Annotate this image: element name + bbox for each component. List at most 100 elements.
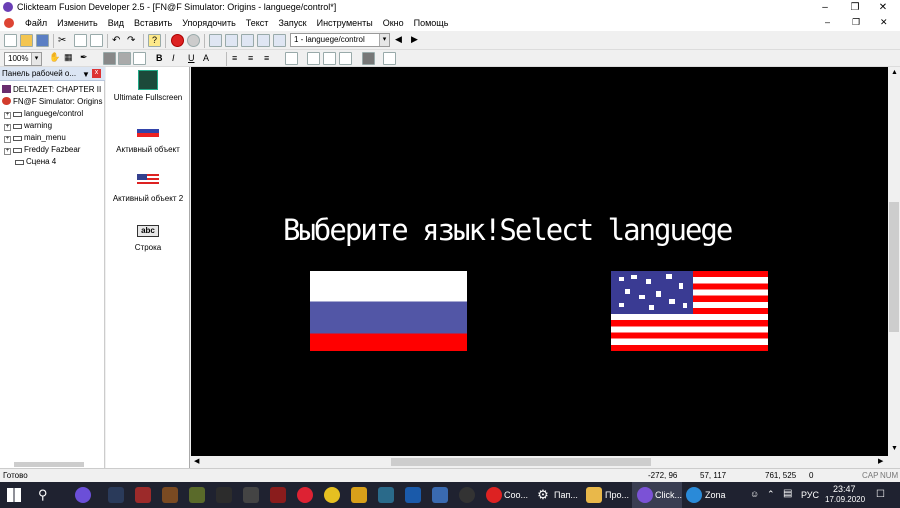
redo-icon[interactable]: ↷ <box>127 34 140 47</box>
expand-icon[interactable]: + <box>4 124 11 131</box>
game-app-icon[interactable] <box>432 487 448 503</box>
data-elements-icon[interactable] <box>273 34 286 47</box>
russian-flag[interactable] <box>310 271 467 351</box>
frame-bg-icon[interactable] <box>103 52 116 65</box>
underline-icon[interactable]: U <box>188 52 201 65</box>
scroll-right-icon[interactable]: ▶ <box>878 457 883 465</box>
move-front-icon[interactable] <box>307 52 320 65</box>
scroll-up-icon[interactable]: ▲ <box>891 69 898 76</box>
scroll-left-icon[interactable]: ◀ <box>194 457 199 465</box>
object-ultimate-fullscreen[interactable]: Ultimate Fullscreen <box>106 70 190 103</box>
grid-snap-icon[interactable]: ▦ <box>64 52 77 65</box>
game-app-icon[interactable] <box>135 487 151 503</box>
event-editor-icon[interactable] <box>241 34 254 47</box>
opera-icon[interactable] <box>297 487 313 503</box>
alice-icon[interactable] <box>75 487 91 503</box>
minimize-button[interactable]: – <box>810 0 840 15</box>
frame-canvas[interactable]: Выберите язык!Select languege <box>191 67 888 456</box>
horizontal-scroll-thumb[interactable] <box>391 458 651 466</box>
game-app-icon[interactable] <box>243 487 259 503</box>
clock-date[interactable]: 17.09.2020 <box>825 495 865 504</box>
game-app-icon[interactable] <box>270 487 286 503</box>
italic-icon[interactable]: I <box>172 52 185 65</box>
expand-icon[interactable]: + <box>4 112 11 119</box>
mdi-restore-button[interactable]: ❐ <box>852 17 860 28</box>
expand-icon[interactable]: + <box>4 136 11 143</box>
event-list-icon[interactable] <box>257 34 270 47</box>
cut-icon[interactable]: ✂ <box>58 34 71 47</box>
mdi-minimize-button[interactable]: – <box>825 17 830 27</box>
crop-icon[interactable] <box>285 52 298 65</box>
align-right-icon[interactable]: ≡ <box>264 52 277 65</box>
tree-item-deltazet[interactable]: DELTAZET: CHAPTER II <box>2 84 101 96</box>
frame-select[interactable]: 1 - languege/control ▾ <box>290 33 390 47</box>
record-icon[interactable] <box>187 34 200 47</box>
menu-edit[interactable]: Изменить <box>52 17 103 29</box>
save-icon[interactable] <box>36 34 49 47</box>
frame-editor-icon[interactable] <box>225 34 238 47</box>
taskbar-app-label[interactable]: Click... <box>655 490 682 500</box>
vertical-scrollbar[interactable]: ▲ ▼ <box>888 67 900 456</box>
network-icon[interactable]: ▤ <box>783 488 792 499</box>
game-app-icon[interactable] <box>189 487 205 503</box>
hand-icon[interactable]: ✋ <box>49 52 62 65</box>
close-panel-icon[interactable]: x <box>92 69 101 78</box>
zona-icon[interactable] <box>686 487 702 503</box>
vertical-scroll-thumb[interactable] <box>889 202 899 332</box>
fill-icon[interactable] <box>362 52 375 65</box>
game-app-icon[interactable] <box>351 487 367 503</box>
taskbar-app-label[interactable]: Zona <box>705 490 726 500</box>
scroll-down-icon[interactable]: ▼ <box>891 445 898 452</box>
undo-icon[interactable]: ↶ <box>112 34 125 47</box>
taskbar-app-label[interactable]: Coo... <box>504 490 528 500</box>
help-icon[interactable]: ? <box>148 34 161 47</box>
prev-frame-icon[interactable]: ◀ <box>395 34 402 45</box>
open-icon[interactable] <box>20 34 33 47</box>
align-left-icon[interactable]: ≡ <box>232 52 245 65</box>
menu-insert[interactable]: Вставить <box>129 17 177 29</box>
tree-item-scene-4[interactable]: Сцена 4 <box>15 156 56 168</box>
menu-file[interactable]: Файл <box>20 17 52 29</box>
notifications-icon[interactable]: ☐ <box>876 489 885 500</box>
move-back-icon[interactable] <box>323 52 336 65</box>
grid-icon[interactable] <box>383 52 396 65</box>
duplicate-icon[interactable] <box>339 52 352 65</box>
steam-icon[interactable] <box>459 487 475 503</box>
zoom-select[interactable]: 100% ▾ <box>4 52 42 66</box>
start-icon[interactable] <box>7 488 21 502</box>
select-language-text[interactable]: Выберите язык!Select languege <box>283 213 798 247</box>
menu-window[interactable]: Окно <box>378 17 409 29</box>
game-app-icon[interactable] <box>405 487 421 503</box>
menu-view[interactable]: Вид <box>103 17 129 29</box>
bold-icon[interactable]: B <box>156 52 169 65</box>
layer-icon[interactable] <box>118 52 131 65</box>
game-app-icon[interactable] <box>216 487 232 503</box>
close-button[interactable]: ✕ <box>868 0 898 15</box>
workspace-scrollbar[interactable] <box>14 462 84 467</box>
new-icon[interactable] <box>4 34 17 47</box>
clock-time[interactable]: 23:47 <box>833 484 856 494</box>
folder-icon[interactable] <box>586 487 602 503</box>
taskbar-app-label[interactable]: Пап... <box>554 490 578 500</box>
menu-text[interactable]: Текст <box>241 17 274 29</box>
tree-item-warning[interactable]: + warning <box>4 120 52 132</box>
people-icon[interactable]: ☺ <box>750 489 759 499</box>
language-indicator[interactable]: РУС <box>801 490 819 500</box>
storyboard-icon[interactable] <box>209 34 222 47</box>
horizontal-scrollbar[interactable]: ◀ ▶ <box>191 456 888 468</box>
menu-arrange[interactable]: Упорядочить <box>177 17 241 29</box>
tree-item-main-menu[interactable]: + main_menu <box>4 132 66 144</box>
tree-item-languege-control[interactable]: + languege/control <box>4 108 83 120</box>
chevron-up-icon[interactable]: ⌃ <box>767 489 775 500</box>
next-frame-icon[interactable]: ▶ <box>411 34 418 45</box>
object-string[interactable]: abc Строка <box>106 225 190 253</box>
menu-help[interactable]: Помощь <box>409 17 454 29</box>
menu-tools[interactable]: Инструменты <box>312 17 378 29</box>
expand-icon[interactable]: + <box>4 148 11 155</box>
font-color-icon[interactable]: A <box>203 52 216 65</box>
game-app-icon[interactable] <box>108 487 124 503</box>
yandex-browser-icon[interactable] <box>486 487 502 503</box>
clickteam-icon[interactable] <box>637 487 653 503</box>
taskbar-app-label[interactable]: Про... <box>605 490 629 500</box>
pin-icon[interactable]: ▼ <box>82 68 90 81</box>
